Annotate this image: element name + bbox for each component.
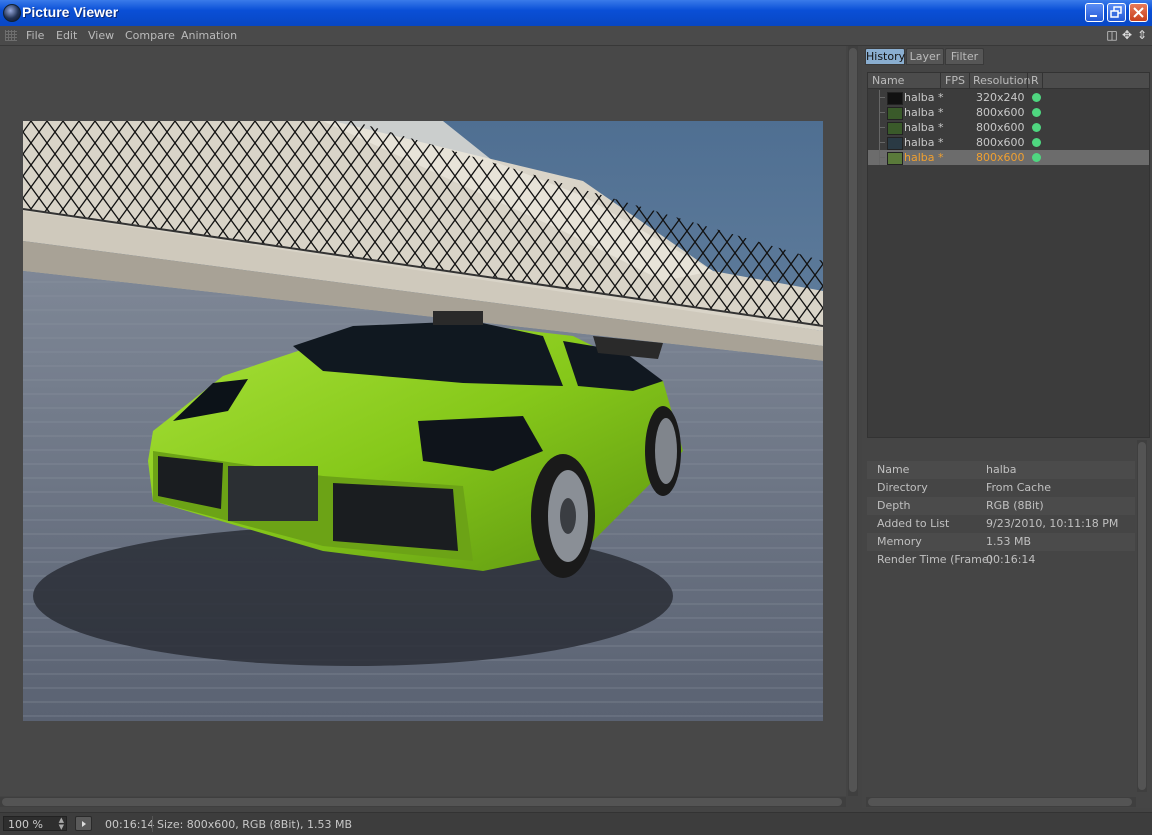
info-row: Added to List 9/23/2010, 10:11:18 PM (877, 517, 1119, 530)
scroll-thumb[interactable] (2, 798, 842, 806)
render-image (23, 121, 823, 721)
scroll-thumb[interactable] (868, 798, 1132, 806)
history-row[interactable]: halba * 800x600 (868, 105, 1149, 120)
info-row: Depth RGB (8Bit) (867, 497, 1135, 515)
thumbnail (887, 152, 903, 165)
column-resolution[interactable]: Resolution (973, 74, 1030, 88)
close-icon (1133, 7, 1144, 18)
scroll-thumb[interactable] (849, 48, 857, 792)
spinner-icon[interactable]: ▲ ▼ (59, 817, 64, 831)
status-dot-icon (1032, 93, 1041, 102)
status-dot-icon (1032, 138, 1041, 147)
thumbnail (887, 122, 903, 135)
status-bar: 100 % ▲ ▼ 00:16:14 Size: 800x600, RGB (8B… (0, 812, 1152, 835)
image-viewport[interactable] (0, 46, 846, 796)
tab-layer[interactable]: Layer (906, 48, 944, 65)
menu-file[interactable]: File (26, 29, 44, 42)
info-row: Directory From Cache (877, 481, 1051, 494)
play-button[interactable] (75, 816, 92, 831)
scroll-thumb[interactable] (1138, 442, 1146, 790)
tab-history[interactable]: History (865, 48, 905, 65)
restore-icon (1110, 6, 1122, 18)
column-name[interactable]: Name (872, 74, 904, 88)
history-row[interactable]: halba * 800x600 (868, 135, 1149, 150)
history-list-header: Name FPS Resolution R (868, 73, 1149, 89)
thumbnail (887, 107, 903, 120)
info-row: Render Time (Frame) 00:16:14 (877, 553, 1036, 566)
app-icon (3, 4, 21, 22)
thumbnail (887, 137, 903, 150)
tab-filter[interactable]: Filter (945, 48, 984, 65)
move-icon[interactable]: ✥ (1121, 28, 1133, 42)
column-fps[interactable]: FPS (945, 74, 965, 88)
history-row[interactable]: halba * 320x240 (868, 90, 1149, 105)
column-r[interactable]: R (1031, 74, 1039, 88)
viewport-vertical-scrollbar[interactable] (848, 46, 858, 796)
sort-icon[interactable]: ⇕ (1136, 28, 1148, 42)
viewport-horizontal-scrollbar[interactable] (0, 797, 846, 807)
minimize-icon (1090, 15, 1097, 17)
info-row: Name halba (867, 461, 1135, 479)
menu-compare[interactable]: Compare (125, 29, 175, 42)
window-title: Picture Viewer (22, 4, 119, 20)
history-row[interactable]: halba * 800x600 (868, 120, 1149, 135)
right-panel: History Layer Filter Name FPS Resolution… (862, 46, 1152, 808)
menu-view[interactable]: View (88, 29, 114, 42)
status-dot-icon (1032, 108, 1041, 117)
restore-button[interactable] (1107, 3, 1126, 22)
history-row-selected[interactable]: halba * 800x600 (868, 150, 1149, 165)
history-list[interactable]: Name FPS Resolution R halba * 320x240 ha… (867, 72, 1150, 438)
car-render (23, 121, 823, 721)
close-button[interactable] (1129, 3, 1148, 22)
status-time: 00:16:14 (105, 818, 155, 831)
info-row: Memory 1.53 MB (867, 533, 1135, 551)
menu-edit[interactable]: Edit (56, 29, 77, 42)
menu-animation[interactable]: Animation (181, 29, 237, 42)
menu-bar: File Edit View Compare Animation ◫ ✥ ⇕ (0, 26, 1152, 46)
status-info: Size: 800x600, RGB (8Bit), 1.53 MB (157, 818, 353, 831)
thumbnail (887, 92, 903, 105)
title-bar: Picture Viewer (0, 0, 1152, 26)
status-dot-icon (1032, 153, 1041, 162)
status-dot-icon (1032, 123, 1041, 132)
grip-icon (5, 30, 17, 41)
minimize-button[interactable] (1085, 3, 1104, 22)
panel-toggle-icon[interactable]: ◫ (1106, 28, 1118, 42)
info-horizontal-scrollbar[interactable] (866, 797, 1136, 807)
zoom-field[interactable]: 100 % ▲ ▼ (3, 816, 67, 831)
info-vertical-scrollbar[interactable] (1137, 440, 1147, 792)
